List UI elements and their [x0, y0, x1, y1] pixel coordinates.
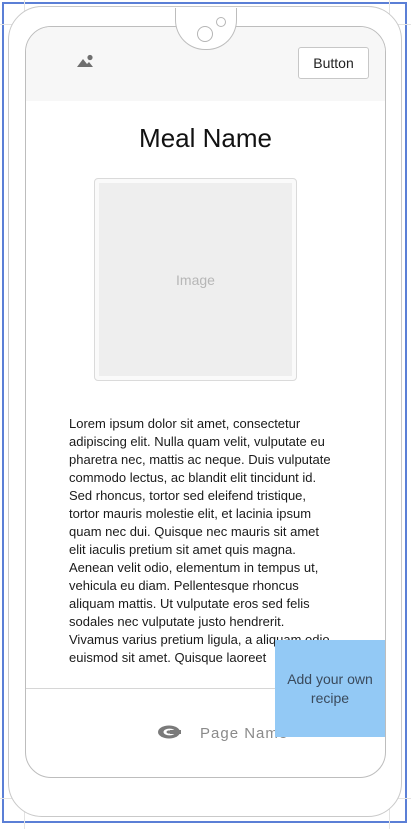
add-recipe-button[interactable]: Add your own recipe	[275, 640, 385, 737]
brand-c-icon[interactable]	[157, 725, 181, 739]
image-placeholder-label: Image	[99, 183, 292, 376]
meal-image: Image	[94, 178, 297, 381]
meal-title: Meal Name	[139, 123, 272, 153]
meal-description: Lorem ipsum dolor sit amet, consectetur …	[69, 416, 331, 665]
camera-lens-icon	[197, 26, 213, 42]
image-landscape-icon	[76, 54, 96, 68]
sensor-icon	[216, 17, 226, 27]
header-button[interactable]: Button	[298, 47, 369, 79]
